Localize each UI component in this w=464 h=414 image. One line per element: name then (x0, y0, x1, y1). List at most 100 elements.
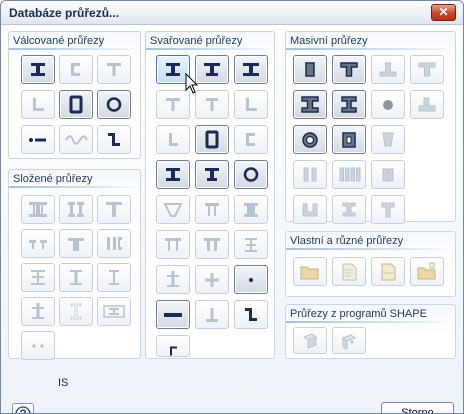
rolled-circular-hollow-button[interactable] (97, 90, 131, 119)
solid-rounded-icon (382, 168, 394, 182)
i-flanges-icon (109, 270, 119, 285)
welded-angle-button[interactable] (234, 90, 268, 119)
z-section-icon (108, 133, 120, 146)
t-stub-icon (206, 308, 218, 322)
solid-tapered-button[interactable] (371, 125, 405, 154)
double-i-icon (29, 202, 47, 217)
solid-i-icon (301, 96, 319, 113)
shape-massive-button[interactable] (332, 327, 366, 354)
open-folder-button[interactable] (293, 257, 327, 286)
solid-u-icon (302, 203, 318, 217)
composite-stacked-i-button[interactable] (21, 263, 55, 292)
welded-i-asym-icon (204, 63, 220, 76)
welded-i-heavy-button[interactable] (156, 160, 190, 189)
solid-t-button[interactable] (332, 55, 366, 84)
welded-round-bar-button[interactable] (234, 265, 268, 294)
composite-t-double-angle-button[interactable] (59, 229, 93, 258)
solid-rectangle-button[interactable] (293, 55, 327, 84)
composite-i-flanges-button[interactable] (97, 263, 131, 292)
composite-double-angle-button[interactable] (21, 229, 55, 258)
solid-y-button[interactable] (371, 195, 405, 224)
welded-t-cover-icon (167, 271, 179, 287)
close-button[interactable]: ✕ (431, 4, 456, 21)
composite-double-channel-button[interactable] (97, 229, 131, 258)
rolled-t-section-button[interactable] (97, 55, 131, 84)
solid-i-tapered-button[interactable] (332, 90, 366, 119)
welded-pi-closed-button[interactable] (195, 230, 229, 259)
welded-l-button[interactable] (156, 125, 190, 154)
welded-trapezoid-button[interactable] (156, 195, 190, 224)
solid-rect-hollow-button[interactable] (332, 125, 366, 154)
section-file-button[interactable] (371, 257, 405, 286)
welded-box-girder-button[interactable] (195, 195, 229, 224)
boxed-i-icon (103, 305, 125, 318)
solid-tapered-icon (382, 132, 394, 147)
solid-i-button[interactable] (293, 90, 327, 119)
composite-i-plate-button[interactable] (59, 263, 93, 292)
solid-ellipse-button[interactable] (371, 90, 405, 119)
rolled-corrugated-button[interactable] (59, 125, 93, 154)
rolled-i-section-button[interactable] (21, 55, 55, 84)
welded-circle-button[interactable] (234, 160, 268, 189)
solid-t-bulb-button[interactable] (410, 90, 444, 119)
solid-double-rect-icon (303, 167, 317, 182)
s-section-icon (170, 346, 177, 356)
welded-t-stub-button[interactable] (195, 300, 229, 329)
trapezoid-icon (163, 203, 183, 217)
welded-i-heavy-icon (166, 168, 180, 181)
welded-z-button[interactable] (234, 300, 268, 329)
welded-t-heavy-button[interactable] (195, 160, 229, 189)
composite-t-cover-button[interactable] (21, 297, 55, 326)
corrugated-icon (65, 135, 88, 145)
composite-double-bar-button[interactable] (21, 331, 55, 360)
solid-circle-hollow-button[interactable] (293, 125, 327, 154)
group-divider (9, 48, 140, 50)
solid-inverted-t-button[interactable] (371, 55, 405, 84)
rolled-z-section-button[interactable] (97, 125, 131, 154)
solid-u-button[interactable] (293, 195, 327, 224)
welded-box-button[interactable] (195, 125, 229, 154)
window-title: Databáze průřezů... (9, 6, 120, 20)
help-button[interactable] (12, 403, 34, 413)
solid-hourglass-button[interactable] (332, 195, 366, 224)
welded-t-narrow-button[interactable] (195, 90, 229, 119)
library-folder-button[interactable] (410, 257, 444, 286)
composite-dashed-i-button[interactable] (59, 297, 93, 326)
group-welded-sections: Svařované průřezy (145, 31, 275, 359)
welded-pi-button[interactable] (156, 230, 190, 259)
welded-box-flanged-button[interactable] (234, 195, 268, 224)
welded-t-cover-button[interactable] (156, 265, 190, 294)
solid-t-bulb-icon (418, 97, 436, 112)
composite-boxed-i-button[interactable] (97, 297, 131, 326)
solid-t-light-icon (418, 62, 436, 77)
welded-cross-button[interactable] (195, 265, 229, 294)
welded-flat-bar-button[interactable] (156, 300, 190, 329)
solid-rounded-button[interactable] (371, 160, 405, 189)
composite-t-plate-button[interactable] (97, 195, 131, 224)
welded-i-stiffened-button[interactable] (234, 230, 268, 259)
solid-double-rect-button[interactable] (293, 160, 327, 189)
import-section-button[interactable] (332, 257, 366, 286)
rolled-rect-hollow-button[interactable] (59, 90, 93, 119)
welded-channel-button[interactable] (234, 125, 268, 154)
group-title-solid: Masivní průřezy (290, 35, 368, 47)
welded-s-button[interactable] (156, 335, 190, 357)
cancel-button[interactable]: Storno (381, 402, 454, 413)
group-title-rolled: Válcované průřezy (13, 35, 105, 47)
solid-t-light-button[interactable] (410, 55, 444, 84)
rolled-channel-button[interactable] (59, 55, 93, 84)
pi-closed-icon (204, 238, 220, 251)
welded-t-narrow-icon (206, 98, 218, 111)
angle-icon (33, 98, 44, 111)
welded-i-wide-button[interactable] (234, 55, 268, 84)
rolled-angle-button[interactable] (21, 90, 55, 119)
mouse-pointer-icon (185, 73, 199, 94)
shape-thin-button[interactable] (293, 327, 327, 354)
solid-quad-rect-button[interactable] (332, 160, 366, 189)
flat-bar-icon (164, 313, 182, 317)
composite-back-channels-button[interactable] (59, 195, 93, 224)
welded-i-asym-button[interactable] (195, 55, 229, 84)
rolled-bar-button[interactable] (21, 125, 55, 154)
double-bar-icon (32, 344, 44, 348)
composite-double-i-button[interactable] (21, 195, 55, 224)
